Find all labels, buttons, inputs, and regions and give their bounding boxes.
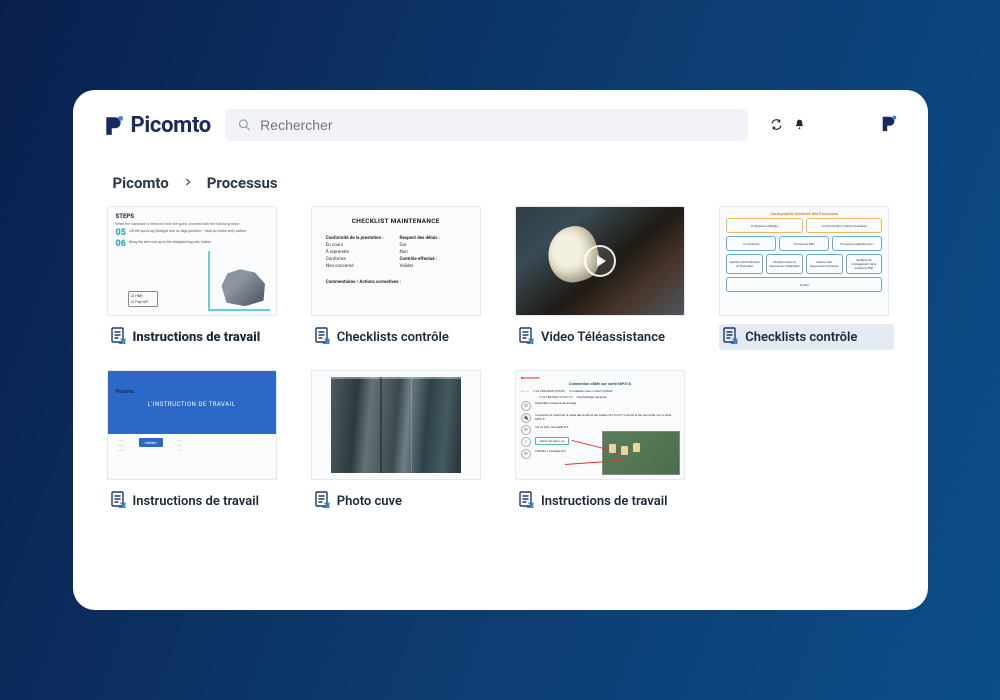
thumbnail: Cartographie Générale des Processus Poli… bbox=[719, 206, 889, 316]
search-input[interactable] bbox=[260, 117, 735, 133]
document-card[interactable]: STEPS When the substrate is removed from… bbox=[107, 206, 281, 350]
secondary-logo-icon[interactable] bbox=[820, 114, 898, 136]
app-window: Picomto P bbox=[73, 90, 928, 610]
search-icon bbox=[237, 117, 252, 133]
thumbnail bbox=[515, 206, 685, 316]
document-icon bbox=[517, 490, 535, 512]
card-label: Checklists contrôle bbox=[337, 330, 449, 345]
document-card[interactable]: Picomto L'INSTRUCTION DE TRAVAIL ———————… bbox=[107, 370, 281, 514]
card-label: Instructions de travail bbox=[133, 330, 261, 345]
document-icon bbox=[721, 326, 739, 348]
bell-icon[interactable] bbox=[793, 116, 806, 135]
thumbnail: ■socomec Connection câble sur carte MP51… bbox=[515, 370, 685, 480]
thumbnail: STEPS When the substrate is removed from… bbox=[107, 206, 277, 316]
header-actions bbox=[770, 116, 806, 135]
document-card[interactable]: CHECKLIST MAINTENANCE Conformité de la p… bbox=[311, 206, 485, 350]
document-icon bbox=[313, 490, 331, 512]
thumbnail: Picomto L'INSTRUCTION DE TRAVAIL ———————… bbox=[107, 370, 277, 480]
thumb-subtitle: When the substrate is removed from the g… bbox=[116, 222, 268, 226]
breadcrumb: Picomto Processus bbox=[113, 174, 898, 192]
document-card[interactable]: Video Téléassistance bbox=[515, 206, 689, 350]
document-icon bbox=[517, 326, 535, 348]
document-card[interactable]: ■socomec Connection câble sur carte MP51… bbox=[515, 370, 689, 514]
document-icon bbox=[109, 326, 127, 348]
chevron-right-icon bbox=[183, 176, 193, 191]
play-icon bbox=[584, 245, 616, 277]
card-label: Instructions de travail bbox=[541, 494, 667, 509]
card-label: Checklists contrôle bbox=[745, 330, 857, 345]
document-card[interactable]: Photo cuve bbox=[311, 370, 485, 514]
document-icon bbox=[109, 490, 127, 512]
search-bar[interactable] bbox=[225, 109, 748, 141]
card-label: Photo cuve bbox=[337, 494, 402, 509]
thumbnail: CHECKLIST MAINTENANCE Conformité de la p… bbox=[311, 206, 481, 316]
thumb-title: STEPS bbox=[116, 213, 268, 220]
brand-name: Picomto bbox=[131, 113, 211, 138]
sync-icon[interactable] bbox=[770, 116, 783, 135]
logo-mark-icon bbox=[103, 114, 125, 136]
header-bar: Picomto bbox=[103, 108, 898, 142]
card-label: Instructions de travail bbox=[133, 494, 259, 509]
brand-logo[interactable]: Picomto bbox=[103, 113, 211, 138]
document-grid: STEPS When the substrate is removed from… bbox=[103, 206, 898, 514]
thumb-title: Cartographie Générale des Processus bbox=[726, 211, 882, 216]
thumb-title: CHECKLIST MAINTENANCE bbox=[326, 217, 466, 225]
document-icon bbox=[313, 326, 331, 348]
card-label: Video Téléassistance bbox=[541, 330, 665, 345]
breadcrumb-current: Processus bbox=[207, 174, 278, 192]
document-card[interactable]: Cartographie Générale des Processus Poli… bbox=[719, 206, 893, 350]
breadcrumb-root[interactable]: Picomto bbox=[113, 174, 169, 192]
thumbnail bbox=[311, 370, 481, 480]
